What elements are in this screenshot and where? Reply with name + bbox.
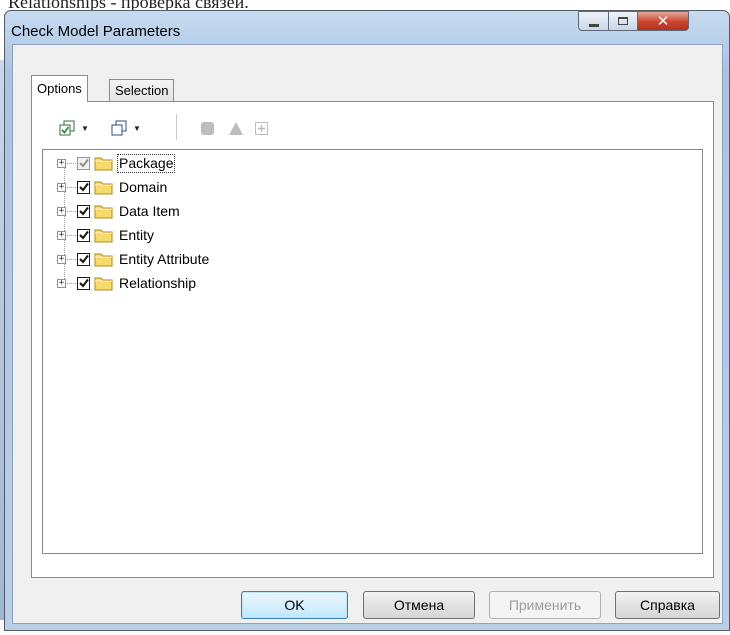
select-all-dropdown[interactable]: ▼ bbox=[59, 119, 89, 137]
toolbar-separator bbox=[176, 114, 177, 140]
checkmark-icon bbox=[78, 206, 89, 216]
folder-icon bbox=[94, 203, 114, 219]
dialog-client-area: Options Selection ▼ ▼ + Package + Domain… bbox=[12, 44, 723, 624]
tree-item-label: Data Item bbox=[119, 202, 180, 219]
ok-button[interactable]: OK bbox=[241, 591, 348, 619]
apply-button[interactable]: Применить bbox=[489, 591, 601, 619]
tree-item-domain[interactable]: + Domain bbox=[57, 176, 168, 198]
data-item-checkbox[interactable] bbox=[77, 204, 90, 218]
checkmark-icon bbox=[78, 254, 89, 264]
folder-icon bbox=[94, 155, 114, 171]
expand-icon bbox=[255, 121, 268, 135]
entity-attribute-checkbox[interactable] bbox=[77, 252, 90, 266]
checkmark-icon bbox=[78, 158, 89, 168]
options-tab-panel: ▼ ▼ + Package + Domain + Data Item + Ent… bbox=[31, 101, 714, 578]
category-tree[interactable]: + Package + Domain + Data Item + Entity … bbox=[42, 149, 703, 554]
cancel-button[interactable]: Отмена bbox=[363, 591, 475, 619]
expand-icon[interactable]: + bbox=[57, 206, 66, 216]
tree-item-data-item[interactable]: + Data Item bbox=[57, 200, 181, 222]
dropdown-arrow-icon: ▼ bbox=[81, 123, 89, 133]
checkmark-icon bbox=[78, 230, 89, 240]
expand-icon[interactable]: + bbox=[57, 182, 66, 192]
tree-item-label: Entity bbox=[119, 226, 155, 243]
tab-selection-label: Selection bbox=[115, 83, 169, 98]
tree-item-entity[interactable]: + Entity bbox=[57, 224, 155, 246]
expand-icon[interactable]: + bbox=[57, 230, 66, 240]
minimize-button[interactable] bbox=[578, 11, 609, 31]
tree-item-entity-attribute[interactable]: + Entity Attribute bbox=[57, 248, 210, 270]
tree-item-relationship[interactable]: + Relationship bbox=[57, 272, 197, 294]
checkmark-icon bbox=[78, 182, 89, 192]
deselect-all-icon bbox=[111, 120, 127, 136]
warning-filter-button[interactable] bbox=[228, 119, 244, 137]
domain-checkbox[interactable] bbox=[77, 180, 90, 194]
maximize-button[interactable] bbox=[608, 11, 638, 31]
select-all-icon bbox=[59, 120, 75, 136]
close-button[interactable]: ✕ bbox=[637, 11, 689, 31]
expand-icon[interactable]: + bbox=[57, 278, 66, 288]
tree-item-label: Relationship bbox=[119, 274, 197, 291]
deselect-all-dropdown[interactable]: ▼ bbox=[111, 119, 141, 137]
tab-selection[interactable]: Selection bbox=[109, 79, 175, 102]
expand-icon[interactable]: + bbox=[57, 158, 66, 168]
checkmark-icon bbox=[78, 278, 89, 288]
maximize-icon bbox=[618, 17, 628, 25]
relationship-checkbox[interactable] bbox=[77, 276, 90, 290]
entity-checkbox[interactable] bbox=[77, 228, 90, 242]
minimize-icon bbox=[588, 23, 599, 27]
tab-options-label: Options bbox=[37, 81, 82, 96]
error-filter-button[interactable] bbox=[200, 119, 215, 137]
package-checkbox[interactable] bbox=[77, 156, 90, 170]
expand-all-button[interactable] bbox=[255, 119, 268, 137]
tree-item-package[interactable]: + Package bbox=[57, 152, 176, 174]
tree-item-label: Entity Attribute bbox=[119, 250, 210, 267]
warning-icon bbox=[229, 121, 243, 135]
dropdown-arrow-icon: ▼ bbox=[133, 123, 141, 133]
tab-options[interactable]: Options bbox=[31, 75, 88, 102]
folder-icon bbox=[94, 275, 114, 291]
folder-icon bbox=[94, 251, 114, 267]
folder-icon bbox=[94, 227, 114, 243]
folder-icon bbox=[94, 179, 114, 195]
tree-item-label: Domain bbox=[119, 178, 168, 195]
stop-icon bbox=[201, 121, 214, 135]
window-title: Check Model Parameters bbox=[11, 23, 181, 40]
close-icon: ✕ bbox=[656, 11, 670, 30]
expand-icon[interactable]: + bbox=[57, 254, 66, 264]
tree-item-label: Package bbox=[116, 153, 176, 173]
help-button[interactable]: Справка bbox=[615, 591, 720, 619]
dialog-window: Check Model Parameters ✕ Options Selecti… bbox=[4, 10, 730, 631]
